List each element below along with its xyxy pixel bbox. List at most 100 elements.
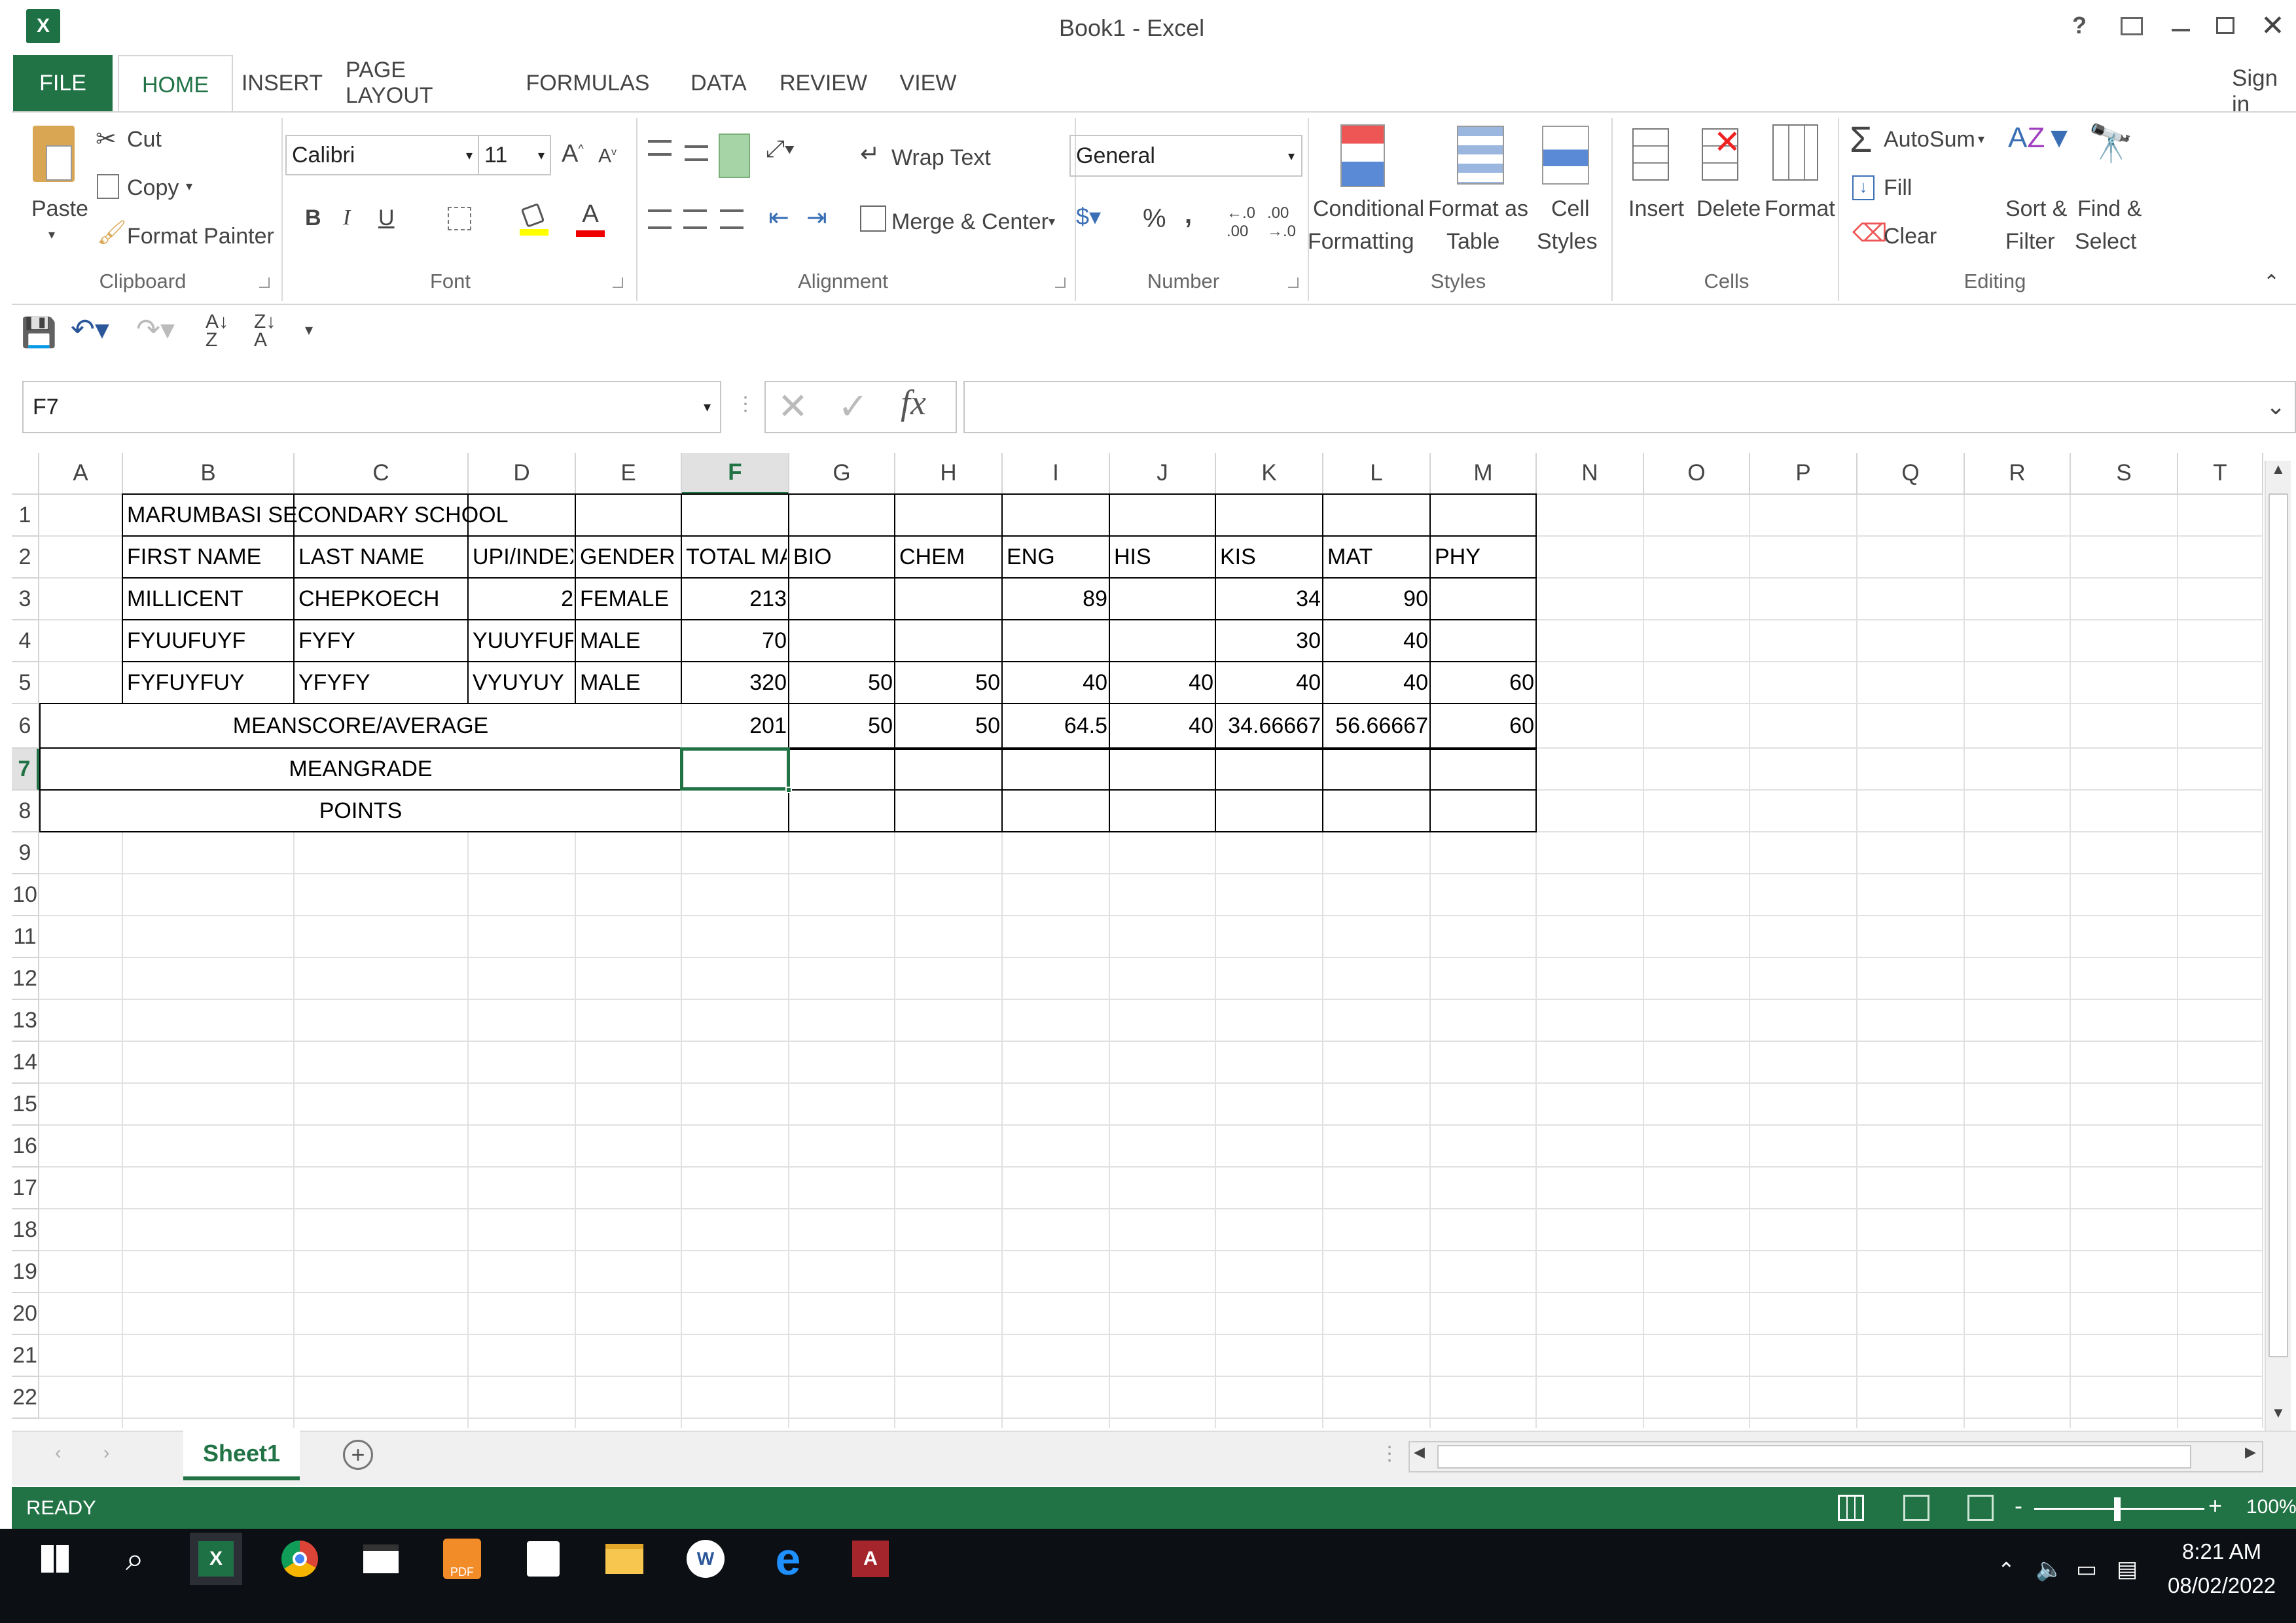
align-left-icon[interactable] — [648, 209, 672, 229]
sort-descending-icon[interactable]: Z↓ A — [254, 312, 276, 350]
cell-l6[interactable]: 56.66667 — [1327, 704, 1428, 747]
access-icon[interactable]: A — [844, 1533, 897, 1585]
column-header-s[interactable]: S — [2071, 453, 2178, 495]
cell-a8-points-label[interactable]: POINTS — [41, 791, 681, 831]
column-header-e[interactable]: E — [576, 453, 682, 495]
merge-dropdown-icon[interactable]: ▾ — [1049, 213, 1055, 230]
format-painter-button[interactable]: Format Painter — [127, 224, 274, 249]
cell-e2-header[interactable]: GENDER — [580, 537, 679, 577]
chrome-icon[interactable] — [274, 1533, 326, 1585]
cell-h6[interactable]: 50 — [899, 704, 1000, 747]
column-header-r[interactable]: R — [1965, 453, 2071, 495]
insert-function-icon[interactable]: fx — [901, 382, 926, 423]
top-align-icon[interactable] — [648, 140, 672, 156]
next-sheet-icon[interactable]: › — [103, 1442, 109, 1463]
cell-e4[interactable]: MALE — [580, 620, 679, 661]
edge-icon[interactable]: e — [762, 1533, 814, 1585]
fill-color-icon[interactable] — [520, 203, 548, 237]
cell-e3[interactable]: FEMALE — [580, 579, 679, 619]
tab-file[interactable]: FILE — [13, 55, 113, 111]
cell-a7-meangrade-label[interactable]: MEANGRADE — [41, 749, 681, 789]
conditional-formatting-label2[interactable]: Formatting — [1308, 229, 1414, 255]
column-header-p[interactable]: P — [1750, 453, 1857, 495]
normal-view-icon[interactable] — [1838, 1495, 1864, 1521]
cell-a6-meanscore-label[interactable]: MEANSCORE/AVERAGE — [41, 704, 681, 747]
cell-d4[interactable]: YUUYFUFY — [473, 620, 573, 661]
close-button[interactable]: ✕ — [2261, 9, 2285, 43]
font-size-select[interactable]: 11 ▾ — [478, 135, 551, 175]
row-header-8[interactable]: 8 — [12, 791, 39, 832]
fill-button[interactable]: Fill — [1884, 175, 1912, 201]
comma-button[interactable]: , — [1185, 200, 1192, 230]
row-header-4[interactable]: 4 — [12, 620, 39, 662]
sort-filter-label1[interactable]: Sort & — [2005, 196, 2067, 222]
name-box[interactable]: F7 ▾ — [22, 381, 721, 433]
cell-c2-header[interactable]: LAST NAME — [298, 537, 466, 577]
cell-f2-header[interactable]: TOTAL MA — [686, 537, 787, 577]
row-header-1[interactable]: 1 — [12, 495, 39, 537]
scroll-down-icon[interactable]: ▼ — [2271, 1404, 2286, 1421]
column-header-n[interactable]: N — [1537, 453, 1644, 495]
align-center-icon[interactable] — [683, 209, 707, 229]
column-header-a[interactable]: A — [39, 453, 123, 495]
paste-button[interactable]: Paste — [31, 196, 88, 222]
cell-b3[interactable]: MILLICENT — [127, 579, 292, 619]
page-break-view-icon[interactable] — [1967, 1495, 1994, 1521]
cell-i5[interactable]: 40 — [1007, 662, 1107, 703]
cell-i2-header[interactable]: ENG — [1007, 537, 1107, 577]
sort-ascending-icon[interactable]: A↓ Z — [206, 312, 228, 350]
cell-j5[interactable]: 40 — [1114, 662, 1213, 703]
tray-chevron-icon[interactable]: ⌃ — [1998, 1558, 2015, 1582]
column-header-q[interactable]: Q — [1857, 453, 1965, 495]
row-header-17[interactable]: 17 — [12, 1168, 39, 1209]
decrease-decimal-icon[interactable]: .00 →.0 — [1267, 204, 1296, 241]
number-format-select[interactable]: General ▾ — [1069, 135, 1302, 177]
cell-c3[interactable]: CHEPKOECH — [298, 579, 466, 619]
paste-icon[interactable] — [33, 126, 75, 182]
tab-view[interactable]: VIEW — [889, 55, 967, 111]
cell-k3[interactable]: 34 — [1220, 579, 1321, 619]
customize-toolbar-icon[interactable]: ▾ — [305, 321, 313, 340]
ribbon-display-options-icon[interactable] — [2121, 17, 2143, 35]
percent-button[interactable]: % — [1143, 204, 1166, 234]
prev-sheet-icon[interactable]: ‹ — [55, 1442, 61, 1463]
cell-g6[interactable]: 50 — [793, 704, 893, 747]
column-header-i[interactable]: I — [1003, 453, 1110, 495]
clock-date[interactable]: 08/02/2022 — [2168, 1573, 2276, 1598]
video-editor-icon[interactable] — [355, 1533, 407, 1585]
cell-b1-title[interactable]: MARUMBASI SECONDARY SCHOOL — [127, 495, 679, 535]
autosum-dropdown-icon[interactable]: ▾ — [1978, 131, 1984, 147]
search-icon[interactable]: ⌕ — [109, 1533, 161, 1585]
bold-button[interactable]: B — [305, 205, 321, 231]
wrap-text-button[interactable]: Wrap Text — [891, 145, 991, 171]
increase-indent-icon[interactable]: ⇥ — [806, 203, 827, 232]
bottom-align-icon[interactable] — [719, 134, 750, 178]
middle-align-icon[interactable] — [685, 145, 708, 161]
cell-b2-header[interactable]: FIRST NAME — [127, 537, 292, 577]
tab-page-layout[interactable]: PAGE LAYOUT — [346, 55, 490, 111]
row-header-3[interactable]: 3 — [12, 579, 39, 620]
row-header-14[interactable]: 14 — [12, 1042, 39, 1084]
clipboard-launcher-icon[interactable] — [259, 277, 270, 288]
row-header-2[interactable]: 2 — [12, 537, 39, 579]
store-icon[interactable] — [517, 1533, 569, 1585]
cut-button[interactable]: Cut — [127, 127, 162, 152]
row-header-9[interactable]: 9 — [12, 832, 39, 874]
sign-in-link[interactable]: Sign in — [2232, 65, 2296, 118]
restore-button[interactable] — [2216, 17, 2234, 34]
page-layout-view-icon[interactable] — [1903, 1495, 1929, 1521]
column-header-g[interactable]: G — [789, 453, 895, 495]
cell-k2-header[interactable]: KIS — [1220, 537, 1321, 577]
find-select-label2[interactable]: Select — [2075, 229, 2137, 255]
font-launcher-icon[interactable] — [613, 277, 623, 288]
zoom-out-icon[interactable]: - — [2015, 1492, 2022, 1520]
cell-m6[interactable]: 60 — [1435, 704, 1534, 747]
spreadsheet-grid[interactable]: A B C D E F G H I J K L M N O P Q R S T 1 2 3 4 5 6 7 8 9 10 11 12 13 14 1… — [12, 453, 2263, 1428]
tab-formulas[interactable]: FORMULAS — [522, 55, 653, 111]
confirm-entry-icon[interactable]: ✓ — [838, 385, 869, 428]
decrease-font-icon[interactable]: Av — [598, 145, 617, 168]
find-select-label1[interactable]: Find & — [2077, 196, 2142, 222]
network-icon[interactable]: ▭ — [2076, 1556, 2097, 1582]
cell-k6[interactable]: 34.66667 — [1220, 704, 1321, 747]
accounting-format-icon[interactable]: $▾ — [1076, 203, 1101, 230]
